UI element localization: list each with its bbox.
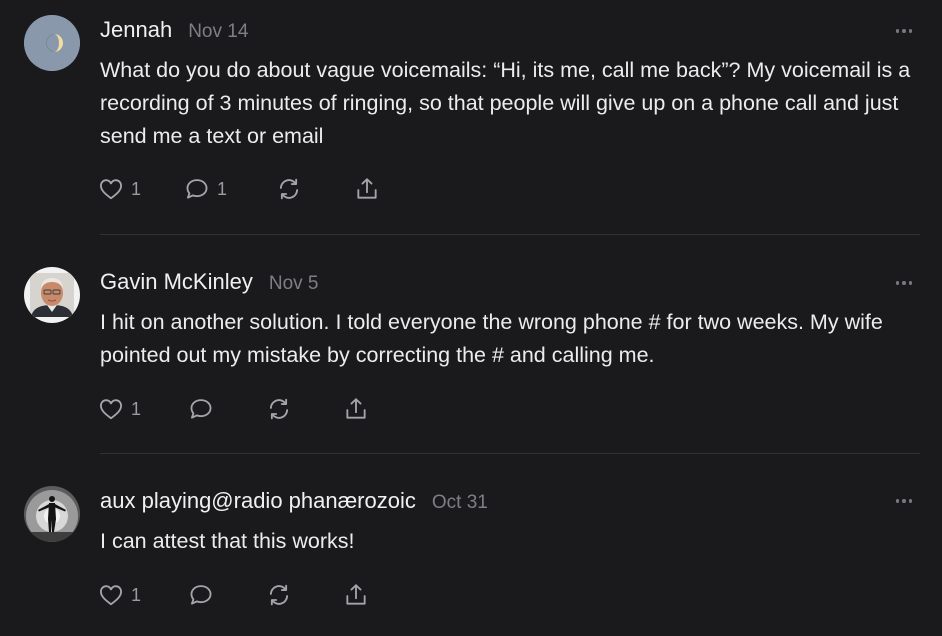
restack-icon bbox=[269, 398, 289, 420]
share-icon bbox=[346, 584, 366, 605]
restack-button[interactable] bbox=[266, 580, 292, 610]
share-button[interactable] bbox=[354, 174, 380, 204]
heart-icon bbox=[100, 399, 122, 420]
comment-button[interactable] bbox=[188, 394, 221, 424]
avatar[interactable] bbox=[24, 267, 80, 323]
restack-button[interactable] bbox=[266, 394, 292, 424]
post-header: aux playing@radio phanærozoic Oct 31 bbox=[100, 488, 488, 514]
comment-button[interactable]: 1 bbox=[184, 174, 227, 204]
like-button[interactable]: 1 bbox=[98, 580, 141, 610]
comment-count: 1 bbox=[217, 178, 228, 199]
avatar[interactable] bbox=[24, 15, 80, 71]
restack-icon bbox=[269, 584, 289, 606]
comment-bubble-icon bbox=[190, 399, 212, 419]
portrait-avatar-icon bbox=[24, 267, 80, 323]
share-button[interactable] bbox=[343, 394, 369, 424]
like-count: 1 bbox=[131, 584, 142, 605]
divider bbox=[100, 234, 920, 235]
more-options-icon[interactable] bbox=[890, 494, 918, 508]
divider bbox=[100, 453, 920, 454]
restack-icon bbox=[279, 178, 299, 200]
post-header: Jennah Nov 14 bbox=[100, 17, 248, 43]
more-options-icon[interactable] bbox=[890, 276, 918, 290]
like-button[interactable]: 1 bbox=[98, 394, 141, 424]
author-name[interactable]: Gavin McKinley bbox=[100, 269, 253, 295]
heart-icon bbox=[100, 585, 122, 606]
like-button[interactable]: 1 bbox=[98, 174, 141, 204]
restack-button[interactable] bbox=[276, 174, 302, 204]
comment-text: What do you do about vague voicemails: “… bbox=[100, 58, 911, 148]
comment-text: I hit on another solution. I told everyo… bbox=[100, 310, 883, 367]
author-name[interactable]: Jennah bbox=[100, 17, 172, 43]
avatar[interactable] bbox=[24, 486, 80, 542]
like-count: 1 bbox=[131, 178, 142, 199]
post-header: Gavin McKinley Nov 5 bbox=[100, 269, 318, 295]
post-date[interactable]: Oct 31 bbox=[432, 492, 488, 514]
like-count: 1 bbox=[131, 398, 142, 419]
comments-feed: Jennah Nov 14 What do you do about vague… bbox=[0, 0, 942, 636]
moon-avatar-icon bbox=[24, 15, 80, 71]
comment-bubble-icon bbox=[190, 585, 212, 605]
comment-text: I can attest that this works! bbox=[100, 529, 355, 553]
share-icon bbox=[357, 178, 377, 199]
heart-icon bbox=[100, 179, 122, 200]
silhouette-avatar-icon bbox=[24, 486, 80, 542]
share-button[interactable] bbox=[343, 580, 369, 610]
post-date[interactable]: Nov 5 bbox=[269, 273, 319, 295]
post-date[interactable]: Nov 14 bbox=[188, 21, 248, 43]
share-icon bbox=[346, 398, 366, 419]
more-options-icon[interactable] bbox=[890, 24, 918, 38]
comment-bubble-icon bbox=[186, 179, 208, 199]
author-name[interactable]: aux playing@radio phanærozoic bbox=[100, 488, 416, 514]
comment-button[interactable] bbox=[188, 580, 221, 610]
